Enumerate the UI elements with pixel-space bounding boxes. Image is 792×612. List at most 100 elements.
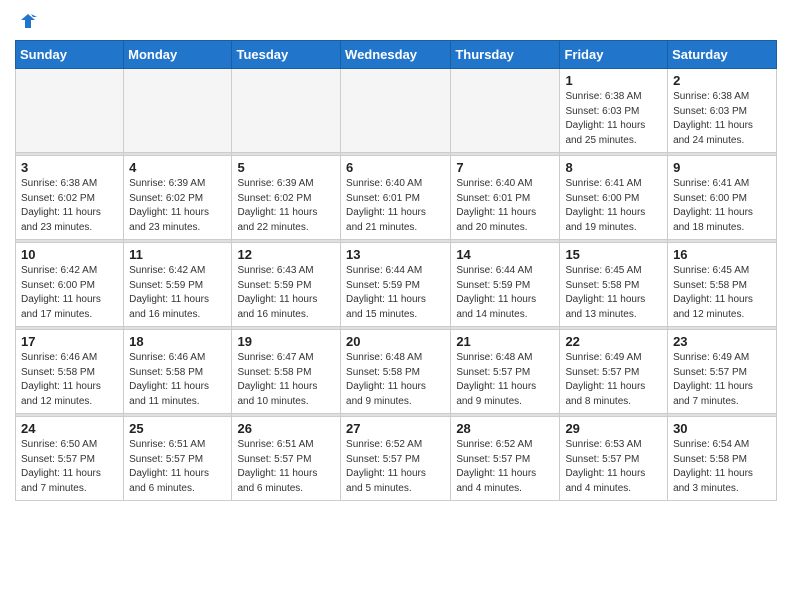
calendar-cell: 27 Sunrise: 6:52 AM Sunset: 5:57 PM Dayli…	[341, 417, 451, 501]
day-number: 5	[237, 160, 335, 175]
day-info: Sunrise: 6:50 AM Sunset: 5:57 PM Dayligh…	[21, 438, 118, 496]
day-info: Sunrise: 6:52 AM Sunset: 5:57 PM Dayligh…	[346, 438, 445, 496]
day-info: Sunrise: 6:38 AM Sunset: 6:02 PM Dayligh…	[21, 177, 118, 235]
day-number: 8	[565, 160, 662, 175]
day-info: Sunrise: 6:46 AM Sunset: 5:58 PM Dayligh…	[129, 351, 226, 409]
weekday-header-tuesday: Tuesday	[232, 41, 341, 69]
day-number: 18	[129, 334, 226, 349]
calendar-table: SundayMondayTuesdayWednesdayThursdayFrid…	[15, 40, 777, 501]
weekday-header-saturday: Saturday	[668, 41, 777, 69]
day-number: 27	[346, 421, 445, 436]
calendar-cell	[341, 69, 451, 153]
day-info: Sunrise: 6:51 AM Sunset: 5:57 PM Dayligh…	[129, 438, 226, 496]
day-info: Sunrise: 6:38 AM Sunset: 6:03 PM Dayligh…	[565, 90, 662, 148]
day-number: 15	[565, 247, 662, 262]
weekday-header-wednesday: Wednesday	[341, 41, 451, 69]
day-number: 19	[237, 334, 335, 349]
day-number: 30	[673, 421, 771, 436]
day-number: 20	[346, 334, 445, 349]
day-number: 24	[21, 421, 118, 436]
day-info: Sunrise: 6:52 AM Sunset: 5:57 PM Dayligh…	[456, 438, 554, 496]
calendar-cell: 20 Sunrise: 6:48 AM Sunset: 5:58 PM Dayli…	[341, 330, 451, 414]
day-info: Sunrise: 6:41 AM Sunset: 6:00 PM Dayligh…	[673, 177, 771, 235]
day-info: Sunrise: 6:44 AM Sunset: 5:59 PM Dayligh…	[346, 264, 445, 322]
calendar-cell: 28 Sunrise: 6:52 AM Sunset: 5:57 PM Dayli…	[451, 417, 560, 501]
day-number: 26	[237, 421, 335, 436]
day-info: Sunrise: 6:45 AM Sunset: 5:58 PM Dayligh…	[673, 264, 771, 322]
weekday-header-sunday: Sunday	[16, 41, 124, 69]
day-info: Sunrise: 6:45 AM Sunset: 5:58 PM Dayligh…	[565, 264, 662, 322]
day-number: 14	[456, 247, 554, 262]
logo-bird-icon	[17, 10, 39, 32]
day-info: Sunrise: 6:51 AM Sunset: 5:57 PM Dayligh…	[237, 438, 335, 496]
day-number: 16	[673, 247, 771, 262]
day-number: 10	[21, 247, 118, 262]
day-number: 23	[673, 334, 771, 349]
day-number: 12	[237, 247, 335, 262]
calendar-cell: 21 Sunrise: 6:48 AM Sunset: 5:57 PM Dayli…	[451, 330, 560, 414]
day-info: Sunrise: 6:41 AM Sunset: 6:00 PM Dayligh…	[565, 177, 662, 235]
calendar-cell: 11Sunrise: 6:42 AM Sunset: 5:59 PM Dayli…	[124, 243, 232, 327]
calendar-week-2: 3 Sunrise: 6:38 AM Sunset: 6:02 PM Daylig…	[16, 156, 777, 240]
weekday-header-monday: Monday	[124, 41, 232, 69]
calendar-cell: 13Sunrise: 6:44 AM Sunset: 5:59 PM Dayli…	[341, 243, 451, 327]
day-info: Sunrise: 6:49 AM Sunset: 5:57 PM Dayligh…	[565, 351, 662, 409]
day-info: Sunrise: 6:42 AM Sunset: 6:00 PM Dayligh…	[21, 264, 118, 322]
calendar-week-4: 17 Sunrise: 6:46 AM Sunset: 5:58 PM Dayli…	[16, 330, 777, 414]
day-info: Sunrise: 6:40 AM Sunset: 6:01 PM Dayligh…	[456, 177, 554, 235]
calendar-cell: 9 Sunrise: 6:41 AM Sunset: 6:00 PM Daylig…	[668, 156, 777, 240]
calendar-cell: 26 Sunrise: 6:51 AM Sunset: 5:57 PM Dayli…	[232, 417, 341, 501]
calendar-cell: 16 Sunrise: 6:45 AM Sunset: 5:58 PM Dayli…	[668, 243, 777, 327]
calendar-cell: 23 Sunrise: 6:49 AM Sunset: 5:57 PM Dayli…	[668, 330, 777, 414]
day-info: Sunrise: 6:47 AM Sunset: 5:58 PM Dayligh…	[237, 351, 335, 409]
day-number: 1	[565, 73, 662, 88]
calendar-cell: 19 Sunrise: 6:47 AM Sunset: 5:58 PM Dayli…	[232, 330, 341, 414]
weekday-header-row: SundayMondayTuesdayWednesdayThursdayFrid…	[16, 41, 777, 69]
day-number: 3	[21, 160, 118, 175]
calendar-cell: 10 Sunrise: 6:42 AM Sunset: 6:00 PM Dayli…	[16, 243, 124, 327]
day-info: Sunrise: 6:48 AM Sunset: 5:57 PM Dayligh…	[456, 351, 554, 409]
calendar-cell: 4 Sunrise: 6:39 AM Sunset: 6:02 PM Daylig…	[124, 156, 232, 240]
day-number: 17	[21, 334, 118, 349]
calendar-cell: 22 Sunrise: 6:49 AM Sunset: 5:57 PM Dayli…	[560, 330, 668, 414]
day-number: 21	[456, 334, 554, 349]
calendar-week-5: 24 Sunrise: 6:50 AM Sunset: 5:57 PM Dayli…	[16, 417, 777, 501]
calendar-cell: 12 Sunrise: 6:43 AM Sunset: 5:59 PM Dayli…	[232, 243, 341, 327]
day-number: 25	[129, 421, 226, 436]
calendar-cell: 1 Sunrise: 6:38 AM Sunset: 6:03 PM Daylig…	[560, 69, 668, 153]
day-info: Sunrise: 6:49 AM Sunset: 5:57 PM Dayligh…	[673, 351, 771, 409]
calendar-cell: 3 Sunrise: 6:38 AM Sunset: 6:02 PM Daylig…	[16, 156, 124, 240]
calendar-cell: 24 Sunrise: 6:50 AM Sunset: 5:57 PM Dayli…	[16, 417, 124, 501]
calendar-cell	[232, 69, 341, 153]
page: SundayMondayTuesdayWednesdayThursdayFrid…	[0, 0, 792, 516]
day-number: 2	[673, 73, 771, 88]
calendar-week-1: 1 Sunrise: 6:38 AM Sunset: 6:03 PM Daylig…	[16, 69, 777, 153]
day-info: Sunrise: 6:48 AM Sunset: 5:58 PM Dayligh…	[346, 351, 445, 409]
weekday-header-thursday: Thursday	[451, 41, 560, 69]
calendar-cell: 14Sunrise: 6:44 AM Sunset: 5:59 PM Dayli…	[451, 243, 560, 327]
day-number: 28	[456, 421, 554, 436]
day-info: Sunrise: 6:39 AM Sunset: 6:02 PM Dayligh…	[129, 177, 226, 235]
day-info: Sunrise: 6:42 AM Sunset: 5:59 PM Dayligh…	[129, 264, 226, 322]
day-number: 4	[129, 160, 226, 175]
day-number: 7	[456, 160, 554, 175]
calendar-cell: 15 Sunrise: 6:45 AM Sunset: 5:58 PM Dayli…	[560, 243, 668, 327]
weekday-header-friday: Friday	[560, 41, 668, 69]
calendar-cell	[451, 69, 560, 153]
calendar-cell	[16, 69, 124, 153]
calendar-cell: 17Sunrise: 6:46 AM Sunset: 5:58 PM Dayli…	[16, 330, 124, 414]
calendar-cell: 30Sunrise: 6:54 AM Sunset: 5:58 PM Dayli…	[668, 417, 777, 501]
day-number: 22	[565, 334, 662, 349]
calendar-cell: 29 Sunrise: 6:53 AM Sunset: 5:57 PM Dayli…	[560, 417, 668, 501]
day-info: Sunrise: 6:53 AM Sunset: 5:57 PM Dayligh…	[565, 438, 662, 496]
day-info: Sunrise: 6:43 AM Sunset: 5:59 PM Dayligh…	[237, 264, 335, 322]
day-info: Sunrise: 6:40 AM Sunset: 6:01 PM Dayligh…	[346, 177, 445, 235]
logo	[15, 10, 39, 32]
calendar-cell: 5Sunrise: 6:39 AM Sunset: 6:02 PM Daylig…	[232, 156, 341, 240]
day-number: 29	[565, 421, 662, 436]
calendar-cell: 18 Sunrise: 6:46 AM Sunset: 5:58 PM Dayli…	[124, 330, 232, 414]
calendar-cell: 25 Sunrise: 6:51 AM Sunset: 5:57 PM Dayli…	[124, 417, 232, 501]
calendar-cell	[124, 69, 232, 153]
header	[15, 10, 777, 32]
day-number: 9	[673, 160, 771, 175]
